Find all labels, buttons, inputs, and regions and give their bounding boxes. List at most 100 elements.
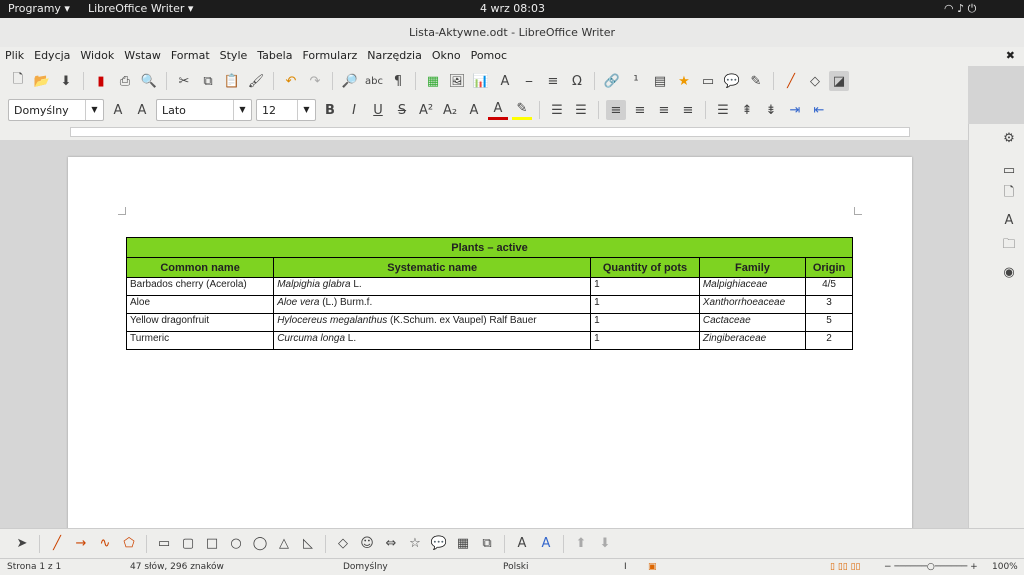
menu-plik[interactable]: Plik [0,47,29,64]
menu-pomoc[interactable]: Pomoc [466,47,512,64]
right-triangle-icon[interactable]: ◺ [298,534,318,554]
new-style-icon[interactable]: A [132,100,152,120]
sidebar-settings-icon[interactable]: ⚙ [999,128,1019,148]
bookmark-icon[interactable]: ★ [674,71,694,91]
superscript-icon[interactable]: A² [416,100,436,120]
table-title[interactable]: Plants – active [126,237,853,258]
font-color-icon[interactable]: A [488,100,508,120]
export-pdf-icon[interactable]: ▮ [91,71,111,91]
header-systematic-name[interactable]: Systematic name [273,257,592,278]
callouts-icon[interactable]: 💬 [429,534,449,554]
header-common-name[interactable]: Common name [125,257,275,278]
endnote-icon[interactable]: ▤ [650,71,670,91]
redo-icon[interactable]: ↷ [305,71,325,91]
cell-common[interactable]: Aloe [125,295,275,314]
menu-narzedzia[interactable]: Narzędzia [362,47,427,64]
cell-origin[interactable]: 2 [805,331,853,350]
numbered-list-icon[interactable]: ☰ [571,100,591,120]
page-icon[interactable]: 🗋 [999,184,1019,204]
save-icon[interactable]: ⬇ [56,71,76,91]
properties-icon[interactable]: ▭ [999,160,1019,180]
rectangle-icon[interactable]: ▭ [154,534,174,554]
underline-icon[interactable]: U [368,100,388,120]
clone-formatting-icon[interactable]: 🖌 [246,71,266,91]
open-icon[interactable]: 📂 [32,71,52,91]
header-origin[interactable]: Origin [805,257,853,278]
rounded-rectangle-icon[interactable]: ▢ [178,534,198,554]
ellipse-icon[interactable]: ○ [226,534,246,554]
spelling-icon[interactable]: abc [364,71,384,91]
line-icon[interactable]: ╱ [47,534,67,554]
footnote-icon[interactable]: ¹ [626,71,646,91]
new-document-icon[interactable]: 🗋 [8,71,28,91]
menu-wstaw[interactable]: Wstaw [119,47,166,64]
paste-icon[interactable]: 📋 [222,71,242,91]
track-changes-icon[interactable]: ✎ [746,71,766,91]
draw-functions-icon[interactable]: ◪ [829,71,849,91]
word-count[interactable]: 47 słów, 296 znaków [130,562,224,572]
header-family[interactable]: Family [698,257,807,278]
points-icon[interactable]: ⧉ [477,534,497,554]
arrow-line-icon[interactable]: → [71,534,91,554]
insert-table-icon[interactable]: ▦ [423,71,443,91]
page-count[interactable]: Strona 1 z 1 [7,562,61,572]
hyperlink-icon[interactable]: 🔗 [602,71,622,91]
shapes-icon[interactable]: ◇ [805,71,825,91]
menu-widok[interactable]: Widok [75,47,119,64]
increase-indent-icon[interactable]: ⇥ [785,100,805,120]
align-right-icon[interactable]: ≡ [654,100,674,120]
clock[interactable]: 4 wrz 08:03 [480,2,545,15]
cell-family[interactable]: Xanthorrhoeaceae [698,295,807,314]
justify-icon[interactable]: ≡ [678,100,698,120]
clear-formatting-icon[interactable]: A [464,100,484,120]
horizontal-ruler[interactable] [0,124,968,140]
cut-icon[interactable]: ✂ [174,71,194,91]
cell-origin[interactable]: 3 [805,295,853,314]
insert-textbox-icon[interactable]: A [495,71,515,91]
styles-icon[interactable]: A [999,210,1019,230]
cell-quantity[interactable]: 1 [590,331,700,350]
menu-tabela[interactable]: Tabela [252,47,297,64]
fontwork-icon[interactable]: A [536,534,556,554]
select-icon[interactable]: ➤ [12,534,32,554]
align-center-icon[interactable]: ≡ [630,100,650,120]
triangle-icon[interactable]: △ [274,534,294,554]
cell-common[interactable]: Yellow dragonfruit [125,313,275,332]
flowchart-icon[interactable]: ▦ [453,534,473,554]
cell-quantity[interactable]: 1 [590,295,700,314]
cell-systematic[interactable]: Hylocereus megalanthus (K.Schum. ex Vaup… [273,313,592,332]
basic-shapes-icon[interactable]: ◇ [333,534,353,554]
cell-common[interactable]: Barbados cherry (Acerola) [125,277,275,296]
circle-icon[interactable]: ◯ [250,534,270,554]
line-spacing-icon[interactable]: ☰ [713,100,733,120]
font-name-select[interactable]: Lato ▼ [156,99,252,121]
align-left-icon[interactable]: ≡ [606,100,626,120]
menu-style[interactable]: Style [215,47,253,64]
square-icon[interactable]: □ [202,534,222,554]
cell-quantity[interactable]: 1 [590,277,700,296]
view-layout-icon[interactable]: ▯ ▯▯ ▯▯ [830,562,861,572]
undo-icon[interactable]: ↶ [281,71,301,91]
polygon-icon[interactable]: ⬠ [119,534,139,554]
line-icon[interactable]: ╱ [781,71,801,91]
insert-chart-icon[interactable]: 📊 [471,71,491,91]
cell-systematic[interactable]: Malpighia glabra L. [273,277,592,296]
insert-field-icon[interactable]: ≡ [543,71,563,91]
close-document-icon[interactable]: ✖ [1006,49,1015,62]
cell-family[interactable]: Zingiberaceae [698,331,807,350]
block-arrows-icon[interactable]: ⇔ [381,534,401,554]
page[interactable]: Plants – active Common name Systematic n… [68,157,912,528]
paragraph-style-select[interactable]: Domyślny ▼ [8,99,104,121]
gallery-icon[interactable]: 🗀 [999,236,1019,256]
cell-origin[interactable]: 4/5 [805,277,853,296]
wifi-icon[interactable]: ◠ ♪ ⏻ [944,2,976,16]
zoom-level[interactable]: 100% [992,562,1018,572]
app-menu[interactable]: LibreOffice Writer ▾ [88,2,193,15]
extrusion-icon[interactable]: ⬆ [571,534,591,554]
increase-spacing-icon[interactable]: ⇞ [737,100,757,120]
curve-icon[interactable]: ∿ [95,534,115,554]
insert-mode-icon[interactable]: I [624,562,627,572]
subscript-icon[interactable]: A₂ [440,100,460,120]
bullet-list-icon[interactable]: ☰ [547,100,567,120]
cross-reference-icon[interactable]: ▭ [698,71,718,91]
